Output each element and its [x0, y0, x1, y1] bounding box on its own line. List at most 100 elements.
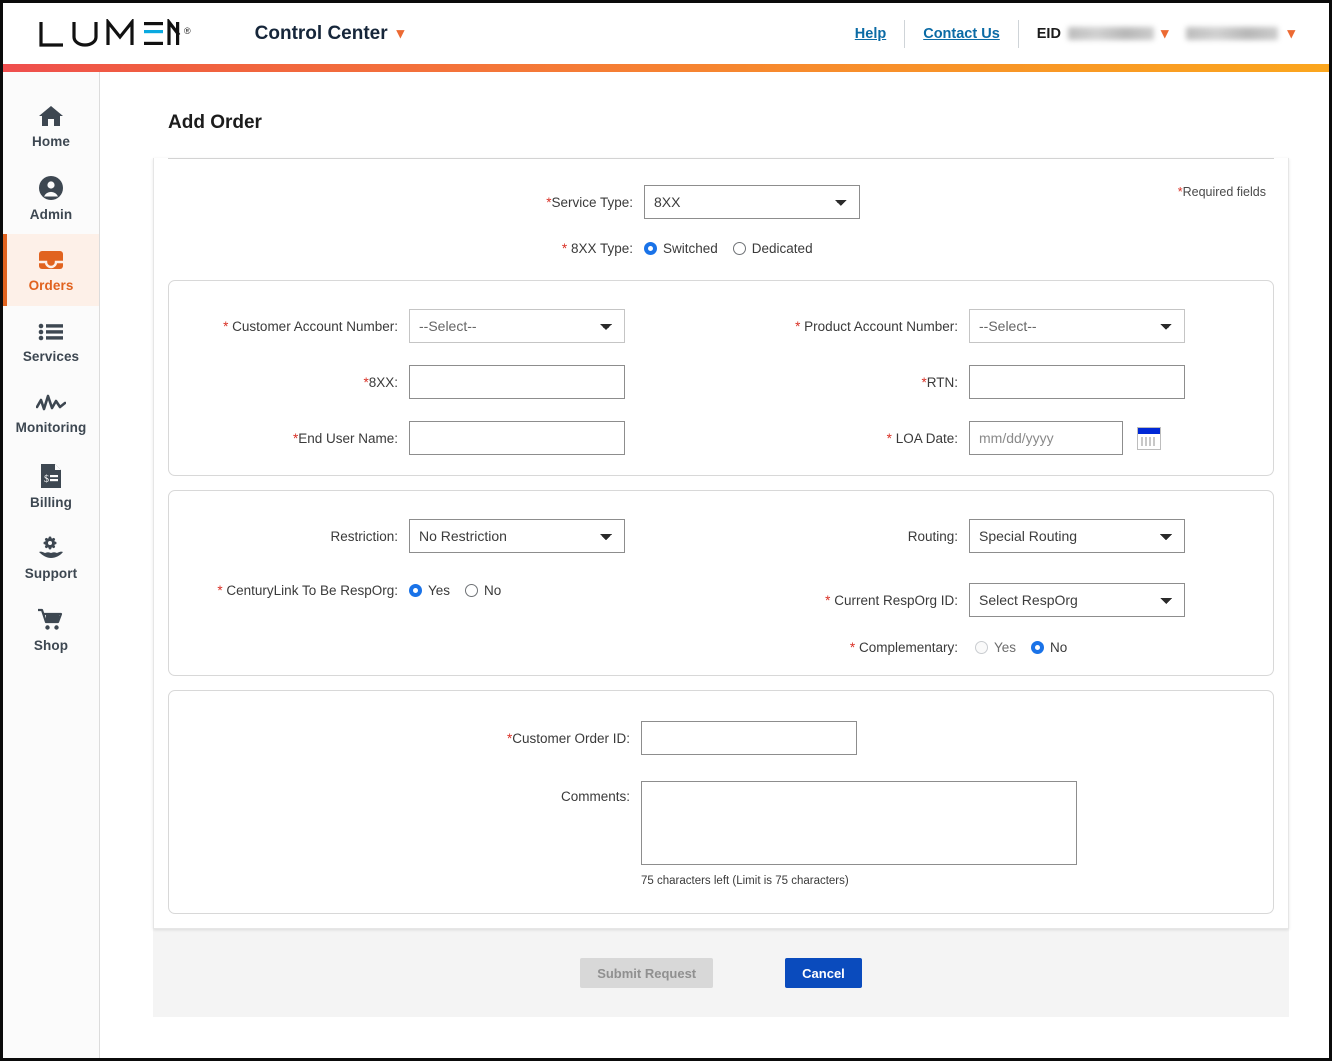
radio-complementary-no[interactable]: No	[1031, 640, 1067, 655]
lumen-logo[interactable]: ®	[38, 18, 191, 49]
current-resporg-select[interactable]: Select RespOrg	[969, 583, 1185, 617]
support-hand-icon	[37, 536, 65, 560]
radio-resporg-yes-label: Yes	[428, 583, 451, 598]
app-title-menu[interactable]: Control Center ▾	[255, 23, 405, 45]
routing-left-column: Restriction: No Restriction * CenturyLin…	[169, 519, 721, 655]
complementary-label: * Complementary:	[721, 640, 969, 655]
required-fields-text: Required fields	[1182, 185, 1266, 199]
restriction-label: Restriction:	[330, 528, 398, 544]
product-account-select[interactable]: --Select--	[969, 309, 1185, 343]
radio-switched[interactable]: Switched	[644, 241, 718, 256]
calendar-icon-grid	[1141, 436, 1157, 446]
centurylink-resporg-radio-group: Yes No	[409, 583, 501, 598]
chevron-down-icon: ▾	[1160, 25, 1169, 42]
top-header-bar: ® Control Center ▾ Help Contact Us EID ▾…	[3, 3, 1329, 64]
rtn-label-text: RTN:	[926, 374, 958, 390]
routing-fieldset: Restriction: No Restriction * CenturyLin…	[168, 490, 1274, 676]
routing-row: Routing: Special Routing	[721, 519, 1273, 553]
sidebar-item-label: Support	[24, 565, 78, 581]
eight-xx-type-radio-group: Switched Dedicated	[644, 241, 813, 256]
contact-us-link[interactable]: Contact Us	[905, 26, 1018, 42]
product-account-label: * Product Account Number:	[721, 319, 969, 334]
eid-selector[interactable]: EID ▾	[1019, 26, 1181, 42]
current-resporg-label: * Current RespOrg ID:	[721, 593, 969, 608]
customer-account-select[interactable]: --Select--	[409, 309, 625, 343]
sidebar-item-label: Monitoring	[15, 419, 87, 435]
sidebar-item-admin[interactable]: Admin	[3, 162, 99, 234]
radio-resporg-no[interactable]: No	[465, 583, 501, 598]
submit-request-button[interactable]: Submit Request	[580, 958, 714, 988]
sidebar-item-support[interactable]: Support	[3, 522, 99, 594]
sidebar-item-services[interactable]: Services	[3, 306, 99, 378]
help-link[interactable]: Help	[837, 26, 904, 42]
radio-dot-disabled	[975, 641, 988, 654]
rtn-label: *RTN:	[721, 375, 969, 390]
comments-label: Comments:	[560, 789, 630, 804]
loa-date-input[interactable]	[969, 421, 1123, 455]
comments-textarea[interactable]	[641, 781, 1077, 865]
radio-resporg-no-label: No	[484, 583, 502, 598]
chevron-down-icon: ▾	[396, 25, 405, 42]
service-type-label-text: Service Type:	[551, 194, 633, 210]
complementary-row: * Complementary: Yes No	[721, 640, 1273, 655]
product-account-row: * Product Account Number: --Select--	[721, 309, 1273, 343]
radio-resporg-yes[interactable]: Yes	[409, 583, 450, 598]
eid-value-redacted	[1067, 27, 1154, 40]
page-title: Add Order	[168, 112, 262, 133]
end-user-name-label: *End User Name:	[169, 431, 409, 446]
customer-order-id-label: *Customer Order ID:	[169, 731, 641, 746]
eight-xx-type-row: * 8XX Type: Switched Dedicated	[154, 241, 1288, 256]
account-selector[interactable]: ▾	[1180, 26, 1301, 41]
end-user-name-row: *End User Name:	[169, 421, 721, 455]
add-order-form-card: *Required fields *Service Type: 8XX * 8X…	[153, 158, 1289, 929]
customer-account-label: * Customer Account Number:	[169, 319, 409, 334]
sidebar-item-label: Billing	[30, 494, 72, 510]
inbox-icon	[37, 248, 65, 272]
calendar-icon[interactable]	[1137, 426, 1161, 450]
centurylink-resporg-label: * CenturyLink To Be RespOrg:	[169, 583, 409, 598]
loa-date-label-text: LOA Date:	[895, 430, 958, 446]
rtn-row: *RTN:	[721, 365, 1273, 399]
routing-label: Routing:	[907, 528, 958, 544]
sidebar-item-label: Home	[32, 133, 70, 149]
logo-registered-mark: ®	[184, 25, 191, 36]
customer-account-row: * Customer Account Number: --Select--	[169, 309, 721, 343]
sidebar-item-label: Admin	[29, 206, 73, 222]
routing-select[interactable]: Special Routing	[969, 519, 1185, 553]
required-star: *	[825, 592, 831, 608]
order-details-fieldset: *Customer Order ID: Comments: 75 charact…	[168, 690, 1274, 914]
eight-xx-type-label: * 8XX Type:	[154, 241, 644, 256]
end-user-name-input[interactable]	[409, 421, 625, 455]
centurylink-resporg-label-text: CenturyLink To Be RespOrg:	[226, 583, 398, 598]
account-right-column: * Product Account Number: --Select-- *RT…	[721, 309, 1273, 455]
header-right-actions: Help Contact Us EID ▾ ▾	[837, 14, 1301, 54]
sidebar-item-orders[interactable]: Orders	[3, 234, 99, 306]
sidebar-item-shop[interactable]: Shop	[3, 594, 99, 666]
sidebar-item-monitoring[interactable]: Monitoring	[3, 378, 99, 450]
eight-xx-label: *8XX:	[169, 375, 409, 390]
radio-dot-selected	[409, 584, 422, 597]
rtn-input[interactable]	[969, 365, 1185, 399]
chevron-down-icon: ▾	[1287, 25, 1295, 42]
customer-order-id-row: *Customer Order ID:	[169, 721, 1273, 755]
radio-dot-selected	[644, 242, 657, 255]
restriction-select[interactable]: No Restriction	[409, 519, 625, 553]
service-type-row: *Service Type: 8XX	[154, 185, 1288, 219]
required-star: *	[795, 318, 801, 334]
sidebar-item-billing[interactable]: $ Billing	[3, 450, 99, 522]
radio-switched-label: Switched	[663, 241, 718, 256]
eight-xx-input[interactable]	[409, 365, 625, 399]
sidebar-item-home[interactable]: Home	[3, 90, 99, 162]
centurylink-resporg-row: * CenturyLink To Be RespOrg: Yes No	[169, 583, 721, 598]
radio-dedicated[interactable]: Dedicated	[732, 241, 813, 256]
eight-xx-type-label-text: 8XX Type:	[570, 241, 633, 256]
radio-dot	[732, 242, 746, 255]
service-type-label: *Service Type:	[154, 195, 644, 210]
radio-complementary-yes[interactable]: Yes	[975, 640, 1016, 655]
service-type-block: *Required fields *Service Type: 8XX * 8X…	[154, 159, 1288, 280]
service-type-select[interactable]: 8XX	[644, 185, 860, 219]
customer-order-id-input[interactable]	[641, 721, 857, 755]
radio-complementary-yes-label: Yes	[994, 640, 1017, 655]
cancel-button[interactable]: Cancel	[785, 958, 862, 988]
routing-right-column: Routing: Special Routing * Current RespO…	[721, 519, 1273, 655]
